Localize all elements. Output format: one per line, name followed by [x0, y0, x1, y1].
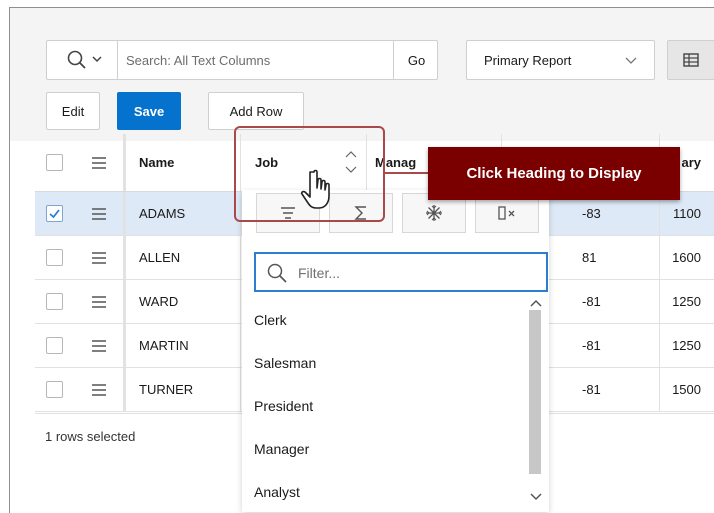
row-actions-menu[interactable] — [74, 192, 126, 235]
list-item[interactable]: Clerk — [254, 298, 520, 341]
cell-hiredate-text: -83 — [582, 206, 601, 221]
search-column-selector[interactable] — [47, 41, 118, 79]
hamburger-icon — [91, 251, 106, 264]
grid-view-button[interactable] — [667, 40, 714, 80]
row-checkbox[interactable] — [46, 205, 63, 222]
save-button[interactable]: Save — [117, 92, 181, 130]
row-actions-header — [74, 134, 126, 191]
row-actions-menu[interactable] — [74, 236, 126, 279]
filter-input[interactable] — [296, 254, 530, 292]
hamburger-icon — [91, 295, 106, 308]
cell-name[interactable]: WARD — [129, 280, 241, 323]
column-heading-name[interactable]: Name — [129, 134, 241, 191]
scroll-up-icon[interactable] — [523, 296, 549, 310]
edit-button[interactable]: Edit — [46, 92, 100, 130]
cell-salary[interactable]: 1600 — [660, 236, 714, 279]
search-input[interactable] — [118, 41, 393, 79]
row-checkbox[interactable] — [46, 381, 63, 398]
callout-tooltip: Click Heading to Display — [428, 147, 680, 200]
list-item[interactable]: Analyst — [254, 470, 520, 513]
hamburger-icon — [91, 383, 106, 396]
row-checkbox[interactable] — [46, 249, 63, 266]
cell-hiredate-text: -81 — [582, 338, 601, 353]
cell-salary[interactable]: 1500 — [660, 368, 714, 411]
cell-salary[interactable]: 1250 — [660, 324, 714, 367]
grid-view-icon — [683, 53, 699, 67]
search-icon — [267, 263, 287, 283]
scrollbar[interactable] — [523, 294, 549, 512]
select-all-checkbox[interactable] — [46, 154, 63, 171]
cell-name[interactable]: ALLEN — [129, 236, 241, 279]
cell-hiredate-text: 81 — [582, 250, 597, 265]
column-heading-menu: Clerk Salesman President Manager Analyst — [242, 190, 549, 512]
report-select[interactable]: Primary Report — [466, 40, 655, 80]
cell-name[interactable]: TURNER — [129, 368, 241, 411]
checkmark-icon — [49, 209, 60, 219]
cell-name[interactable]: ADAMS — [129, 192, 241, 235]
hand-cursor-icon — [300, 169, 330, 209]
cell-hiredate-text: -81 — [582, 382, 601, 397]
list-item[interactable]: Manager — [254, 427, 520, 470]
hide-column-icon — [498, 206, 515, 220]
freeze-icon — [426, 205, 442, 221]
list-item[interactable]: President — [254, 384, 520, 427]
search-bar: Go — [46, 40, 438, 80]
report-select-value: Primary Report — [484, 52, 572, 68]
hamburger-icon — [91, 156, 106, 169]
cell-hiredate-text: -81 — [582, 294, 601, 309]
hamburger-icon — [91, 339, 106, 352]
list-item[interactable]: Salesman — [254, 341, 520, 384]
filter-field[interactable] — [254, 252, 548, 292]
search-icon — [67, 50, 102, 69]
row-actions-menu[interactable] — [74, 280, 126, 323]
hamburger-icon — [91, 207, 106, 220]
column-values-list: Clerk Salesman President Manager Analyst — [254, 298, 520, 513]
chevron-down-icon — [92, 56, 102, 63]
cell-name[interactable]: MARTIN — [129, 324, 241, 367]
callout-connector — [385, 172, 429, 174]
row-checkbox[interactable] — [46, 293, 63, 310]
cell-salary[interactable]: 1250 — [660, 280, 714, 323]
row-actions-menu[interactable] — [74, 368, 126, 411]
scrollbar-thumb[interactable] — [529, 310, 541, 474]
chevron-down-icon — [625, 57, 637, 64]
row-checkbox[interactable] — [46, 337, 63, 354]
scroll-down-icon[interactable] — [523, 490, 549, 504]
row-actions-menu[interactable] — [74, 324, 126, 367]
add-row-button[interactable]: Add Row — [208, 92, 304, 130]
go-button[interactable]: Go — [393, 41, 439, 79]
